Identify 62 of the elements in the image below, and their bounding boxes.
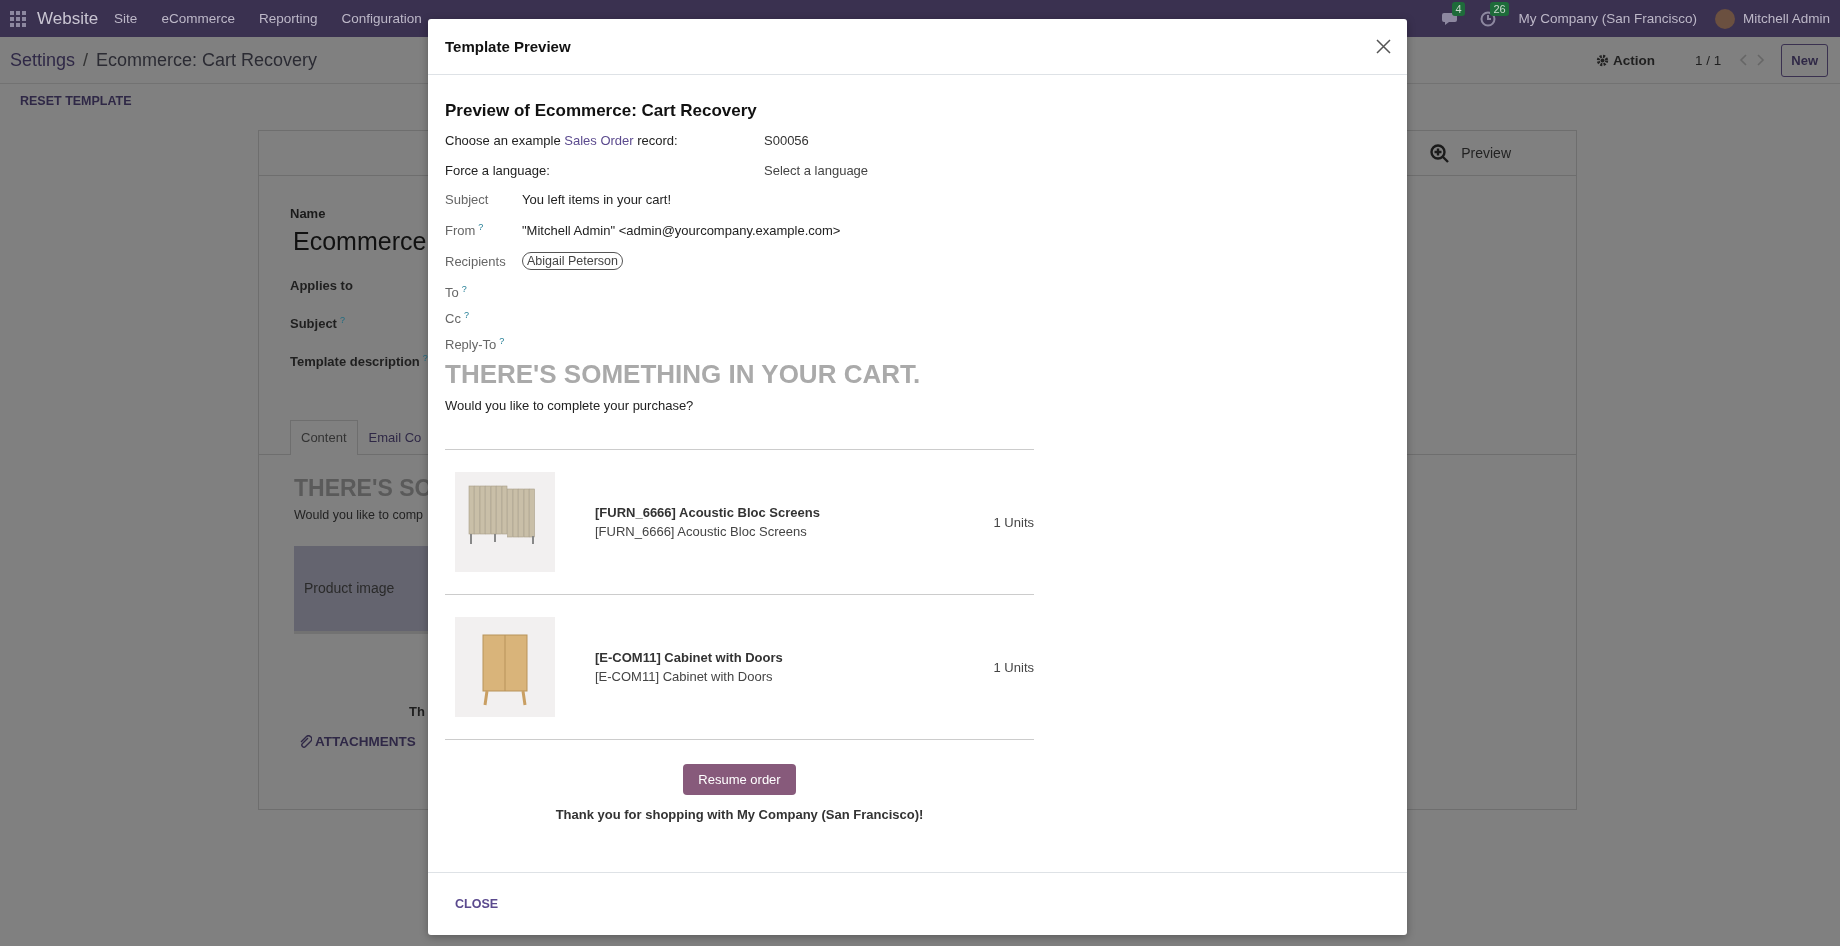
zoom-in-icon[interactable] [1430,143,1450,163]
template-name-field[interactable]: Ecommerce [293,227,427,256]
product-description: [E-COM11] Cabinet with Doors [595,668,774,686]
email-text: Would you like to comp [294,507,423,522]
app-name[interactable]: Website [37,8,99,29]
breadcrumb-current: Ecommerce: Cart Recovery [96,49,318,71]
field-label: To [445,285,459,301]
product-quantity: 1 Units [993,659,1034,675]
chat-icon[interactable] [1442,11,1459,26]
thank-you-text: Thank you for shopping with My Company (San Francisco)! [555,807,924,822]
record-prompt: Choose an example Sales Order record: [445,132,679,148]
close-icon[interactable] [1376,39,1391,54]
help-tooltip-icon[interactable]: ? [499,335,505,346]
reset-template-button[interactable]: RESET TEMPLATE [20,94,132,108]
email-text: Would you like to complete your purchase? [445,398,695,413]
breadcrumb-separator: / [83,49,89,71]
field-label: Template description [290,354,420,370]
email-footer-text: Th [409,703,425,719]
pager-value[interactable]: 1 / 1 [1695,52,1722,68]
menu-item[interactable]: eCommerce [161,11,235,26]
product-name: [E-COM11] Cabinet with Doors [595,649,784,667]
field-value: You left items in your cart! [522,191,672,207]
paperclip-icon [299,734,312,748]
menu-item[interactable]: Site [114,11,138,26]
help-tooltip-icon[interactable]: ? [478,221,484,232]
menu-item[interactable]: Configuration [341,11,422,26]
menu-item[interactable]: Reporting [258,11,318,26]
resume-order-button[interactable]: Resume order [683,764,796,795]
field-label: From [445,223,476,239]
preview-heading: Preview of Ecommerce: Cart Recovery [445,101,758,121]
apps-grid-icon[interactable] [10,10,26,27]
activity-count-badge: 26 [1490,1,1509,16]
user-name[interactable]: Mitchell Admin [1742,11,1830,26]
product-name: [FURN_6666] Acoustic Bloc Screens [595,504,821,522]
tab[interactable]: Content [290,419,358,455]
record-model-link[interactable]: Sales Order [564,132,634,148]
email-heading: THERE'S SOMETHING IN YOUR CART. [445,359,922,390]
message-count-badge: 4 [1452,2,1465,16]
action-menu[interactable]: Action [1596,52,1655,68]
close-button[interactable]: CLOSE [455,897,499,911]
dialog-title: Template Preview [445,38,571,55]
gear-icon [1596,53,1609,67]
breadcrumb-link[interactable]: Settings [10,49,76,71]
company-switcher[interactable]: My Company (San Francisco) [1518,11,1697,26]
field-label: Cc [445,311,461,327]
field-label: Recipients [445,253,506,269]
tab[interactable]: Email Co [357,419,433,454]
field-value: "Mitchell Admin" <admin@yourcompany.example.com> [522,222,841,238]
field-label: Name [290,206,326,221]
help-tooltip-icon[interactable]: ? [461,283,467,294]
field-label: Reply-To [445,337,497,353]
attachments-button[interactable]: ATTACHMENTS [299,733,416,749]
help-tooltip-icon[interactable]: ? [463,309,469,320]
product-description: [FURN_6666] Acoustic Bloc Screens [595,523,808,541]
field-label: Force a language: [445,162,551,178]
field-label: Subject [445,191,489,207]
new-button[interactable]: New [1781,43,1828,77]
field-label: Subject [290,316,337,332]
product-quantity: 1 Units [993,514,1034,530]
field-label: Applies to [290,278,353,293]
record-field[interactable]: S00056 [764,132,964,148]
language-field[interactable]: Select a language [764,162,964,178]
